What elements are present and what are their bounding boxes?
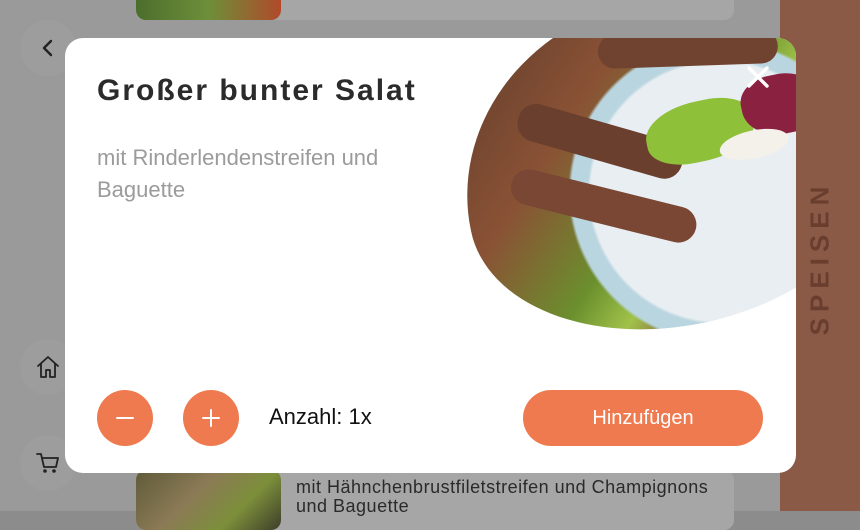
add-to-cart-button[interactable]: Hinzufügen xyxy=(523,390,763,446)
plus-icon xyxy=(202,409,220,427)
home-icon xyxy=(37,356,59,378)
chevron-left-icon xyxy=(42,39,53,57)
product-description: mit Rinderlendenstreifen und Baguette xyxy=(97,145,379,202)
quantity-label: Anzahl: 1x xyxy=(269,404,372,429)
menu-item-thumbnail xyxy=(136,470,281,530)
close-icon xyxy=(747,66,769,88)
product-detail-modal: Großer bunter Salat mit Rinderlendenstre… xyxy=(65,38,796,473)
category-label: SPEISEN xyxy=(804,180,835,336)
menu-item-card[interactable]: mit Hähnchenbrustfiletstreifen und Champ… xyxy=(136,470,734,530)
decrease-quantity-button[interactable] xyxy=(97,390,153,446)
product-image xyxy=(431,38,796,367)
minus-icon xyxy=(116,417,134,419)
increase-quantity-button[interactable] xyxy=(183,390,239,446)
product-title: Großer bunter Salat xyxy=(97,74,417,107)
close-button[interactable] xyxy=(743,62,773,92)
menu-item-thumbnail xyxy=(136,0,281,20)
menu-item-description: mit Hähnchenbrustfiletstreifen und Champ… xyxy=(296,477,709,516)
menu-item-card[interactable] xyxy=(136,0,734,20)
cart-icon xyxy=(36,453,59,473)
